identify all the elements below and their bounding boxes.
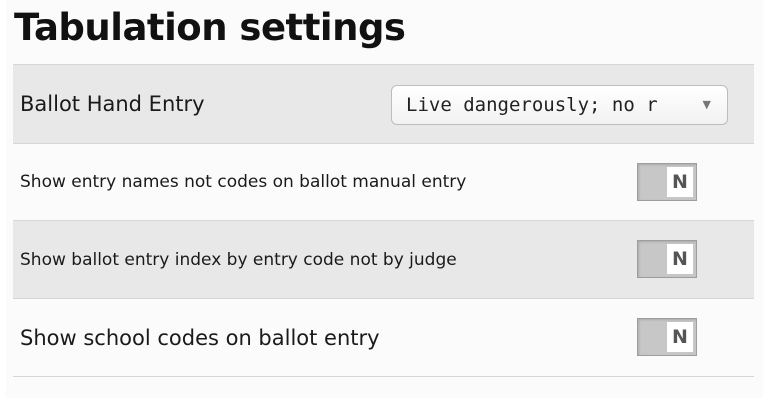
ballot-hand-entry-label: Ballot Hand Entry [20, 92, 205, 116]
entry-names-label: Show entry names not codes on ballot man… [20, 172, 467, 192]
entry-names-toggle[interactable]: N [637, 163, 697, 201]
setting-row-ballot-hand-entry: Ballot Hand Entry Live dangerously; no r… [13, 64, 754, 144]
setting-row-entry-names: Show entry names not codes on ballot man… [13, 144, 754, 221]
school-codes-label: Show school codes on ballot entry [20, 325, 380, 350]
ballot-hand-entry-select[interactable]: Live dangerously; no r ▼ [391, 85, 728, 125]
school-codes-toggle[interactable]: N [637, 318, 697, 356]
entry-index-toggle[interactable]: N [637, 240, 697, 278]
entry-names-toggle-value: N [667, 167, 693, 197]
page-title: Tabulation settings [14, 6, 406, 49]
setting-row-school-codes: Show school codes on ballot entry N [13, 299, 754, 377]
setting-row-entry-index: Show ballot entry index by entry code no… [13, 220, 754, 299]
school-codes-toggle-value: N [667, 322, 693, 352]
ballot-hand-entry-selected-value: Live dangerously; no r [406, 94, 658, 116]
chevron-down-icon: ▼ [702, 98, 711, 111]
entry-index-toggle-value: N [667, 244, 693, 274]
entry-index-label: Show ballot entry index by entry code no… [20, 249, 457, 270]
